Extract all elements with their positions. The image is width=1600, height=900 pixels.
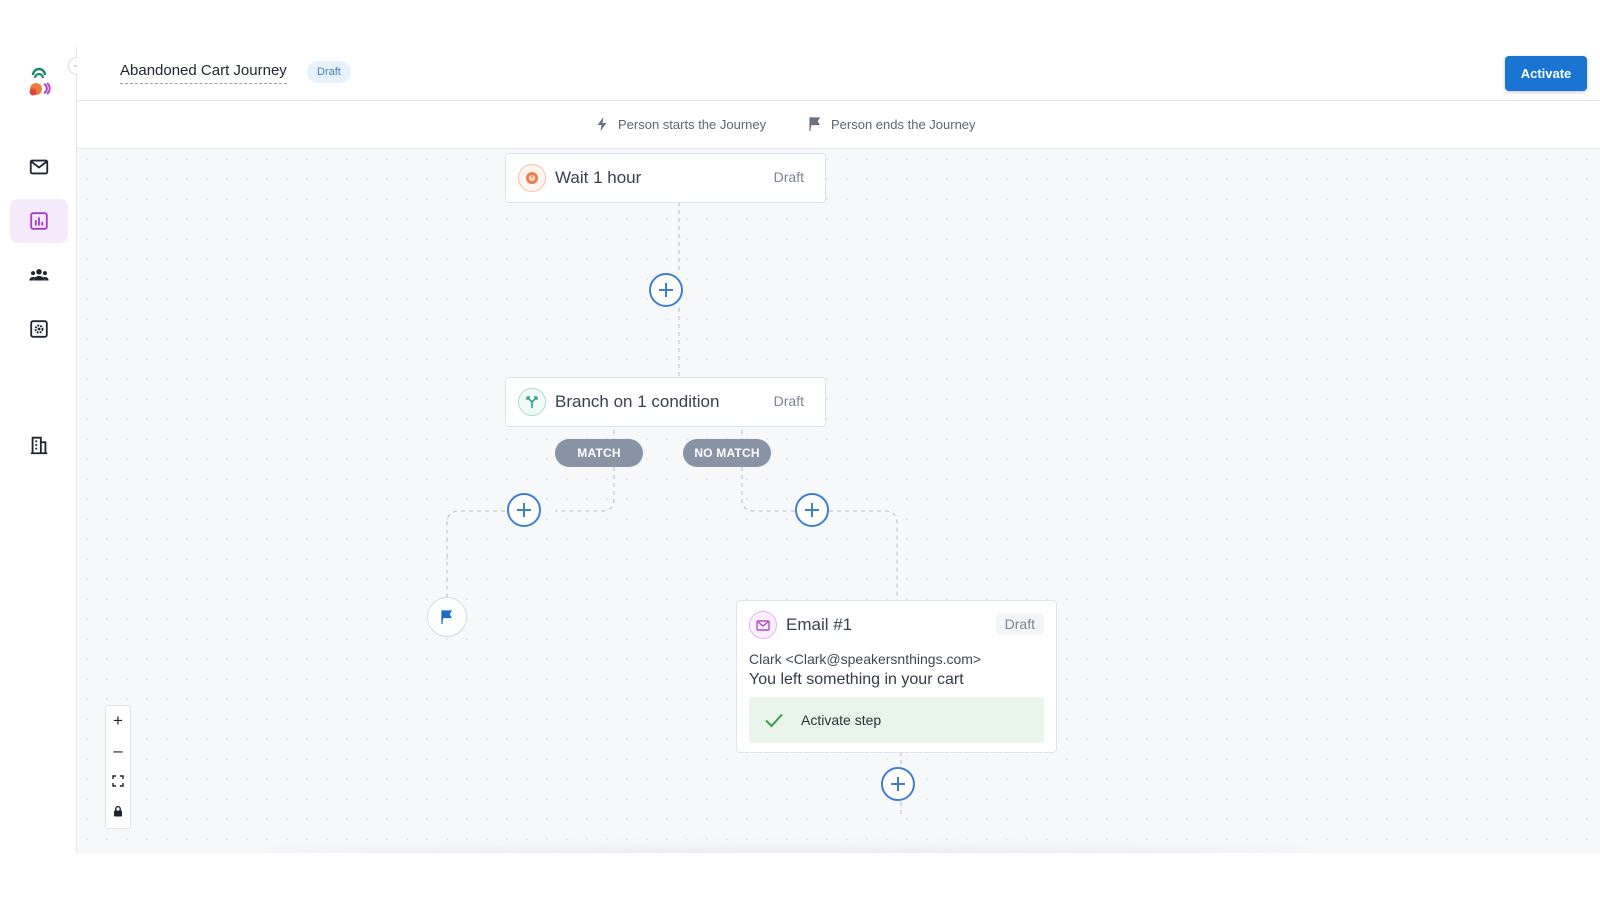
- add-step-no-match-button[interactable]: [795, 493, 829, 527]
- sidebar-item-workspace[interactable]: [10, 423, 68, 467]
- header-bar: Abandoned Cart Journey Draft Activate: [77, 47, 1600, 101]
- wait-node[interactable]: Wait 1 hour Draft: [505, 153, 826, 203]
- lock-icon: [114, 805, 122, 817]
- bar-chart-icon: [30, 212, 48, 230]
- sidebar-item-settings[interactable]: [10, 307, 68, 351]
- journey-end-node[interactable]: [427, 597, 467, 637]
- journey-end-legend: Person ends the Journey: [807, 116, 976, 132]
- status-badge: Draft: [307, 61, 351, 83]
- clock-icon: [518, 164, 546, 192]
- wait-node-header: Wait 1 hour: [518, 164, 641, 192]
- sidebar-item-analytics[interactable]: [10, 199, 68, 243]
- email-node-title: Email #1: [786, 615, 853, 634]
- people-icon: [29, 269, 49, 281]
- app-logo[interactable]: [24, 67, 54, 99]
- add-step-after-email-button[interactable]: [881, 767, 915, 801]
- plus-icon: [891, 777, 905, 791]
- zoom-in-button[interactable]: +: [106, 706, 130, 736]
- plus-icon: [659, 283, 673, 297]
- connector-nomatch-to-email: [829, 510, 898, 600]
- zoom-controls: + –: [105, 705, 131, 829]
- zoom-out-button[interactable]: –: [106, 736, 130, 766]
- activate-step-button[interactable]: Activate step: [749, 697, 1044, 743]
- branch-node-status: Draft: [773, 393, 804, 409]
- fit-screen-icon: [112, 775, 124, 787]
- connector-match-to-end: [446, 510, 521, 597]
- journey-start-label: Person starts the Journey: [618, 116, 767, 132]
- branch-node-header: Branch on 1 condition: [518, 388, 719, 416]
- wait-node-title: Wait 1 hour: [555, 168, 642, 187]
- activate-step-label: Activate step: [801, 712, 882, 728]
- building-icon: [30, 436, 48, 455]
- no-match-branch-label[interactable]: NO MATCH: [683, 439, 771, 467]
- add-step-match-button[interactable]: [507, 493, 541, 527]
- journey-legend-bar: Person starts the Journey Person ends th…: [77, 101, 1600, 149]
- journey-canvas[interactable]: Wait 1 hour Draft Branch on 1 condition …: [77, 149, 1600, 853]
- match-branch-label[interactable]: MATCH: [555, 439, 643, 467]
- mail-icon: [29, 159, 49, 175]
- wait-node-status: Draft: [773, 169, 804, 185]
- sidebar-item-people[interactable]: [10, 253, 68, 297]
- email-node-header: Email #1: [749, 611, 852, 639]
- email-subject: You left something in your cart: [749, 671, 964, 688]
- flag-icon: [809, 117, 821, 131]
- lightning-icon: [597, 117, 607, 131]
- settings-icon: [30, 320, 48, 338]
- plus-icon: [517, 503, 531, 517]
- sidebar: [0, 47, 86, 853]
- email-node-status: Draft: [995, 613, 1044, 635]
- journey-start-legend: Person starts the Journey: [594, 116, 766, 132]
- journey-title[interactable]: Abandoned Cart Journey: [120, 62, 287, 84]
- checkmark-icon: [765, 713, 783, 728]
- email-node[interactable]: Email #1 Draft Clark <Clark@speakersnthi…: [736, 600, 1057, 753]
- branch-icon: [518, 388, 546, 416]
- fit-view-button[interactable]: [106, 766, 130, 796]
- mail-icon: [749, 611, 777, 639]
- sidebar-item-messages[interactable]: [10, 145, 68, 189]
- email-sender: Clark <Clark@speakersnthings.com>: [749, 651, 982, 667]
- flag-icon: [441, 610, 453, 624]
- journey-end-label: Person ends the Journey: [831, 116, 976, 132]
- lock-view-button[interactable]: [106, 796, 130, 826]
- branch-node[interactable]: Branch on 1 condition Draft: [505, 377, 826, 427]
- connector-nomatch-branch: [741, 467, 795, 512]
- app-window: Abandoned Cart Journey Draft Activate Pe…: [0, 47, 1600, 853]
- activate-button[interactable]: Activate: [1505, 56, 1587, 91]
- branch-node-title: Branch on 1 condition: [555, 392, 720, 411]
- add-step-button[interactable]: [649, 273, 683, 307]
- connector-match-branch: [555, 467, 615, 512]
- plus-icon: [805, 503, 819, 517]
